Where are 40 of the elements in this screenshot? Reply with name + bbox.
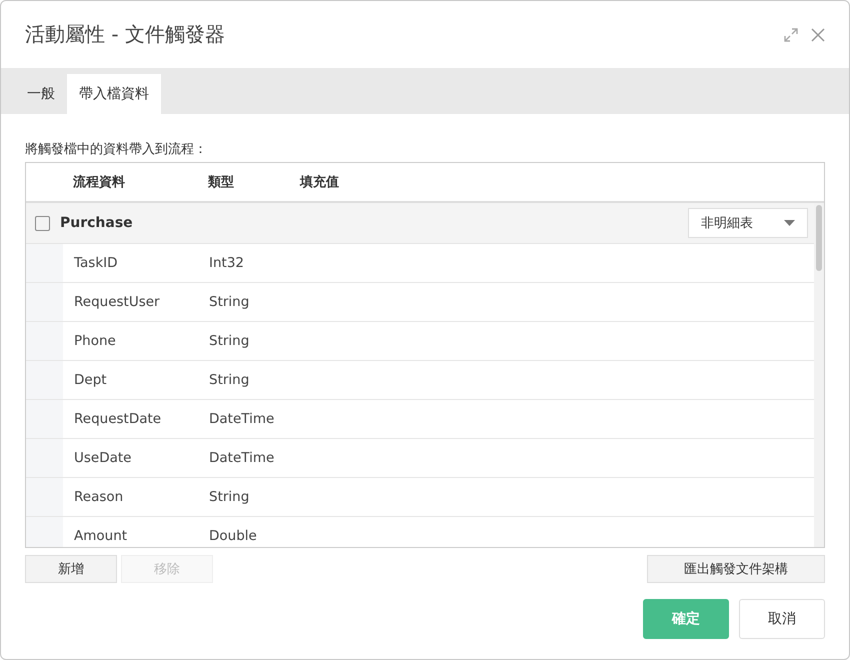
column-header: 類型 <box>208 174 235 191</box>
tab[interactable]: 一般 <box>15 74 67 114</box>
description-text: 將觸發檔中的資料帶入到流程： <box>25 141 208 159</box>
table-cell-text: Int32 <box>209 254 244 273</box>
caret-icon <box>784 220 795 226</box>
table-button[interactable]: 新增 <box>25 555 117 583</box>
table-cell-text: String <box>209 488 250 507</box>
row-gutter <box>26 439 63 477</box>
tab[interactable]: 帶入檔資料 <box>67 74 161 114</box>
row-gutter <box>26 361 63 399</box>
window-title: 活動屬性 - 文件觸發器 <box>25 21 225 48</box>
table-cell-text: Double <box>209 527 257 546</box>
table-cell-text: RequestUser <box>73 293 161 312</box>
row-gutter <box>26 322 63 360</box>
scrollbar-thumb[interactable] <box>816 205 822 271</box>
row-gutter <box>26 517 63 547</box>
table-cell-text: DateTime <box>209 410 274 429</box>
table-cell-text: Phone <box>73 332 117 351</box>
table-cell-text: String <box>209 371 250 390</box>
column-header: 填充值 <box>300 174 339 191</box>
export-button[interactable]: 匯出觸發文件架構 <box>647 555 825 583</box>
group-name: Purchase <box>60 215 134 231</box>
cancel-button[interactable]: 取消 <box>739 599 825 639</box>
table-cell-text: UseDate <box>73 449 132 468</box>
table-cell-text: RequestDate <box>73 410 162 429</box>
table-cell-text: Amount <box>73 527 128 546</box>
row-gutter <box>26 478 63 516</box>
table-cell-text: String <box>209 293 250 312</box>
row-gutter <box>26 400 63 438</box>
table-cell-text: Reason <box>73 488 124 507</box>
table-cell-text: String <box>209 332 250 351</box>
row-gutter <box>26 283 63 321</box>
table-cell-text: Dept <box>73 371 108 390</box>
table-cell-text: TaskID <box>73 254 119 273</box>
dropdown[interactable]: 非明細表 <box>688 208 808 238</box>
close-icon[interactable] <box>811 28 825 42</box>
checkbox[interactable] <box>35 216 50 230</box>
column-header: 流程資料 <box>73 174 126 191</box>
maximize-icon[interactable] <box>783 26 799 42</box>
table-cell-text: DateTime <box>209 449 274 468</box>
